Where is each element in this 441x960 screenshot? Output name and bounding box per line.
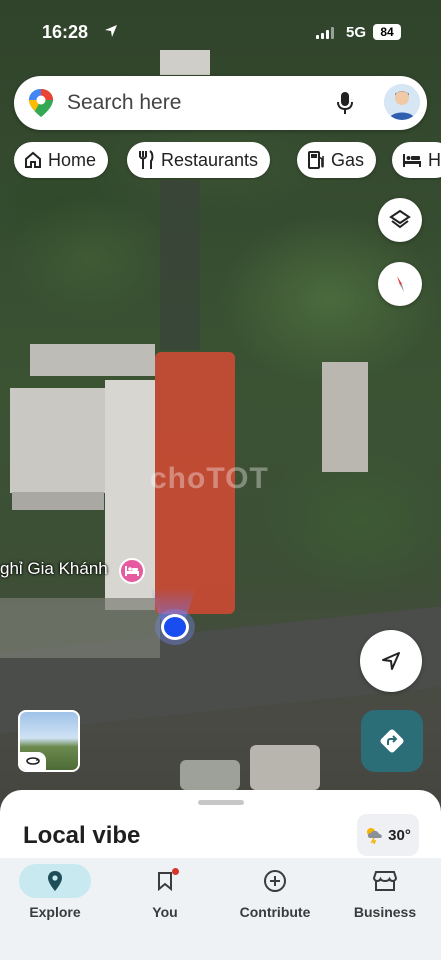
status-time: 16:28: [42, 22, 89, 42]
chip-label: Gas: [331, 149, 365, 170]
nav-label: Explore: [29, 904, 81, 920]
thunderstorm-icon: [367, 828, 382, 844]
weather-badge[interactable]: 30°: [357, 814, 419, 856]
street-view-rotate-icon: [20, 752, 46, 770]
nav-explore[interactable]: Explore: [0, 864, 110, 920]
nav-label: You: [152, 904, 178, 920]
chip-label: Home: [48, 149, 97, 170]
current-location-dot: [161, 614, 189, 640]
bookmark-icon: [129, 864, 201, 898]
compass-button[interactable]: [378, 262, 422, 306]
chip-home[interactable]: Home: [14, 142, 109, 178]
status-bar: 16:28 5G 84: [0, 0, 441, 60]
gas-icon: [308, 151, 324, 169]
nav-label: Contribute: [239, 904, 311, 920]
restaurant-icon: [139, 150, 154, 169]
home-icon: [25, 151, 41, 168]
nav-contribute[interactable]: Contribute: [220, 864, 330, 920]
notification-dot: [172, 868, 179, 875]
battery-indicator: 84: [373, 24, 401, 40]
location-arrow-icon: [105, 25, 117, 37]
chip-restaurants[interactable]: Restaurants: [127, 142, 271, 178]
nav-you[interactable]: You: [110, 864, 220, 920]
location-pin-icon: [19, 864, 91, 898]
bottom-navigation: Explore You Contribute Business: [0, 858, 441, 960]
sheet-drag-handle[interactable]: [198, 800, 244, 805]
chip-label: H: [428, 149, 441, 170]
search-bar[interactable]: Search here: [14, 76, 427, 130]
my-location-button[interactable]: [360, 630, 422, 692]
search-input[interactable]: Search here: [67, 91, 181, 115]
nav-label: Business: [353, 904, 417, 920]
signal-icon: [316, 27, 334, 39]
building-roof: [322, 362, 368, 472]
layers-icon: [389, 209, 411, 229]
bed-icon[interactable]: [119, 558, 145, 584]
map-path: [160, 180, 200, 350]
directions-button[interactable]: [361, 710, 423, 772]
network-type: 5G: [346, 24, 367, 41]
place-label[interactable]: ghỉ Gia Khánh: [0, 559, 108, 579]
temperature: 30°: [388, 826, 411, 844]
avatar[interactable]: [384, 84, 420, 120]
wall-area: [0, 598, 160, 658]
building-roof: [12, 492, 104, 510]
compass-icon: [397, 276, 404, 292]
category-chips: Home Restaurants Gas H: [14, 142, 441, 180]
microphone-icon[interactable]: [336, 91, 354, 115]
chip-label: Restaurants: [161, 149, 259, 170]
map-feature: [180, 760, 240, 790]
street-view-thumbnail[interactable]: [18, 710, 80, 772]
building-roof: [10, 388, 105, 493]
chip-gas[interactable]: Gas: [297, 142, 377, 178]
navigation-arrow-icon: [382, 652, 400, 670]
chip-hotels[interactable]: H: [392, 142, 441, 178]
nav-business[interactable]: Business: [330, 864, 440, 920]
watermark: choTOT: [150, 462, 269, 495]
sheet-title: Local vibe: [23, 822, 141, 849]
map-feature: [250, 745, 320, 790]
add-circle-icon: [239, 864, 311, 898]
google-maps-logo-icon: [29, 89, 53, 117]
directions-icon: [380, 729, 404, 753]
building-roof: [30, 344, 155, 376]
layers-button[interactable]: [378, 198, 422, 242]
storefront-icon: [349, 864, 421, 898]
hotel-icon: [403, 154, 421, 167]
